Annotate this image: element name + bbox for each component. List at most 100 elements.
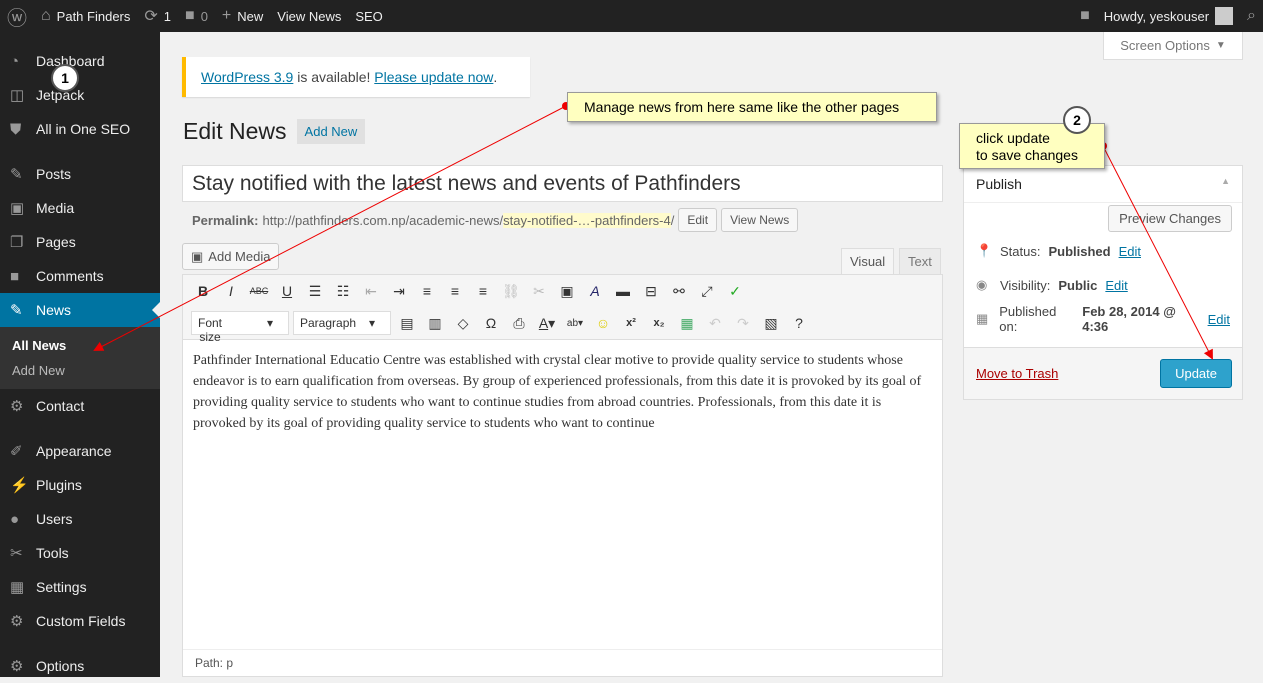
- home-icon: ⌂: [41, 7, 51, 24]
- publish-box: Publish ▲ Preview Changes 📍 Status: Publish…: [963, 165, 1243, 400]
- fullscreen-icon[interactable]: ⤢: [695, 283, 719, 300]
- menu-tools[interactable]: ✂ Tools: [0, 536, 160, 570]
- screen-options-button[interactable]: Screen Options ▼: [1103, 32, 1243, 60]
- unlink-icon[interactable]: ✂: [527, 283, 551, 300]
- submenu-add-new[interactable]: Add New: [0, 358, 160, 383]
- notice-text: is available!: [293, 69, 375, 85]
- permalink: Permalink: http://pathfinders.com.np/aca…: [192, 208, 799, 232]
- spellcheck-icon[interactable]: ✓: [723, 283, 747, 300]
- menu-news[interactable]: ✎ News: [0, 293, 160, 327]
- wordpress-logo[interactable]: ⓦ: [0, 0, 34, 32]
- jetpack-icon: ◫: [10, 87, 25, 104]
- menu-posts[interactable]: ✎ Posts: [0, 157, 160, 191]
- seo-link[interactable]: SEO: [348, 0, 389, 32]
- view-news-button[interactable]: View News: [721, 208, 799, 232]
- highlight-icon[interactable]: ab▾: [563, 318, 587, 329]
- insert-media-icon[interactable]: ▣: [555, 283, 579, 300]
- post-title-input[interactable]: Stay notified with the latest news and e…: [182, 165, 943, 202]
- insert-file-icon[interactable]: ▧: [759, 315, 783, 332]
- comment-icon: ■: [10, 267, 20, 285]
- paste-word-icon[interactable]: ▥: [423, 315, 447, 332]
- new-link[interactable]: + New: [215, 0, 270, 32]
- menu-settings[interactable]: ▦ Settings: [0, 570, 160, 604]
- help-icon[interactable]: ?: [787, 315, 811, 331]
- collapse-icon[interactable]: ▲: [1221, 176, 1230, 192]
- menu-pages[interactable]: ❐ Pages: [0, 225, 160, 259]
- tab-visual[interactable]: Visual: [841, 248, 895, 274]
- search-button[interactable]: ⌕: [1240, 0, 1263, 32]
- updates-link[interactable]: ⟳ 1: [137, 0, 178, 32]
- move-to-trash-link[interactable]: Move to Trash: [976, 366, 1058, 381]
- preview-changes-button[interactable]: Preview Changes: [1108, 205, 1232, 232]
- font-size-select[interactable]: Font size ▾: [191, 311, 289, 344]
- add-media-button[interactable]: ▣ Add Media: [182, 243, 280, 270]
- pin-icon: 📍: [976, 243, 993, 258]
- view-news-link[interactable]: View News: [270, 0, 348, 32]
- subscript-icon[interactable]: x₂: [647, 317, 671, 329]
- comments-link[interactable]: ■ 0: [178, 0, 215, 32]
- indent-icon[interactable]: ⇥: [387, 283, 411, 300]
- menu-media[interactable]: ▣ Media: [0, 191, 160, 225]
- menu-custom-fields[interactable]: ⚙ Custom Fields: [0, 604, 160, 638]
- font-icon[interactable]: A: [583, 283, 607, 299]
- pin-icon: ✎: [10, 166, 23, 183]
- link-icon[interactable]: ⛓: [499, 283, 523, 300]
- menu-jetpack[interactable]: ◫ Jetpack: [0, 78, 160, 112]
- menu-appearance[interactable]: ✐ Appearance: [0, 434, 160, 468]
- find-icon[interactable]: ⚯: [667, 283, 691, 300]
- omega-icon[interactable]: Ω: [479, 315, 503, 331]
- avatar: [1215, 7, 1234, 25]
- caret-down-icon: ▼: [1215, 40, 1226, 51]
- bold-icon[interactable]: B: [191, 283, 215, 299]
- media-icon: ▣: [191, 248, 204, 264]
- menu-options[interactable]: ⚙ Options: [0, 649, 160, 683]
- update-now-link[interactable]: Please update now: [374, 69, 493, 85]
- align-left-icon[interactable]: ≡: [415, 283, 439, 299]
- print-icon[interactable]: ⎙: [507, 315, 531, 332]
- text-color-icon[interactable]: A▾: [535, 315, 559, 332]
- outdent-icon[interactable]: ⇤: [359, 283, 383, 300]
- edit-status-link[interactable]: Edit: [1119, 244, 1141, 259]
- redo-icon[interactable]: ↷: [731, 315, 755, 332]
- notification-icon: ■: [1080, 7, 1090, 24]
- menu-users[interactable]: ● Users: [0, 502, 160, 536]
- step-marker-2: 2: [1063, 106, 1091, 134]
- notifications[interactable]: ■: [1073, 0, 1097, 32]
- menu-all-in-one-seo[interactable]: ⛊ All in One SEO: [0, 112, 160, 146]
- wordpress-version-link[interactable]: WordPress 3.9: [201, 69, 293, 85]
- bullet-list-icon[interactable]: ☰: [303, 283, 327, 300]
- edit-permalink-button[interactable]: Edit: [678, 208, 718, 232]
- numbered-list-icon[interactable]: ☷: [331, 283, 355, 300]
- italic-icon[interactable]: I: [219, 283, 243, 299]
- menu-contact[interactable]: ⚙ Contact: [0, 389, 160, 423]
- edit-visibility-link[interactable]: Edit: [1105, 278, 1127, 293]
- superscript-icon[interactable]: x²: [619, 317, 643, 329]
- menu-plugins[interactable]: ⚡ Plugins: [0, 468, 160, 502]
- align-right-icon[interactable]: ≡: [471, 283, 495, 299]
- update-button[interactable]: Update: [1160, 359, 1232, 388]
- menu-dashboard[interactable]: ◔ Dashboard: [0, 44, 160, 78]
- underline-icon[interactable]: U: [275, 283, 299, 299]
- video-icon[interactable]: ▦: [675, 315, 699, 332]
- add-new-button[interactable]: Add New: [296, 119, 366, 144]
- paste-text-icon[interactable]: ▤: [395, 315, 419, 332]
- site-link[interactable]: ⌂ Path Finders: [34, 0, 137, 32]
- permalink-slug[interactable]: stay-notified-…-pathfinders-4: [503, 212, 671, 228]
- my-account[interactable]: Howdy, yeskouser: [1097, 0, 1240, 32]
- emoticon-icon[interactable]: ☺: [591, 315, 615, 331]
- submenu-all-news[interactable]: All News: [0, 333, 160, 358]
- page-break-icon[interactable]: ⊟: [639, 283, 663, 300]
- eraser-icon[interactable]: ◇: [451, 315, 475, 332]
- dashboard-icon: ◔: [10, 52, 20, 70]
- editor-content[interactable]: Pathfinder International Educatio Centre…: [183, 339, 942, 649]
- undo-icon[interactable]: ↶: [703, 315, 727, 332]
- menu-comments[interactable]: ■ Comments: [0, 259, 160, 293]
- search-icon: ⌕: [1247, 7, 1256, 24]
- edit-date-link[interactable]: Edit: [1208, 312, 1230, 327]
- align-center-icon[interactable]: ≡: [443, 283, 467, 299]
- more-tag-icon[interactable]: ▬: [611, 283, 635, 299]
- tab-text[interactable]: Text: [899, 248, 941, 274]
- plus-icon: +: [221, 7, 232, 24]
- paragraph-select[interactable]: Paragraph ▾: [293, 311, 391, 335]
- strikethrough-icon[interactable]: ABC: [247, 286, 271, 296]
